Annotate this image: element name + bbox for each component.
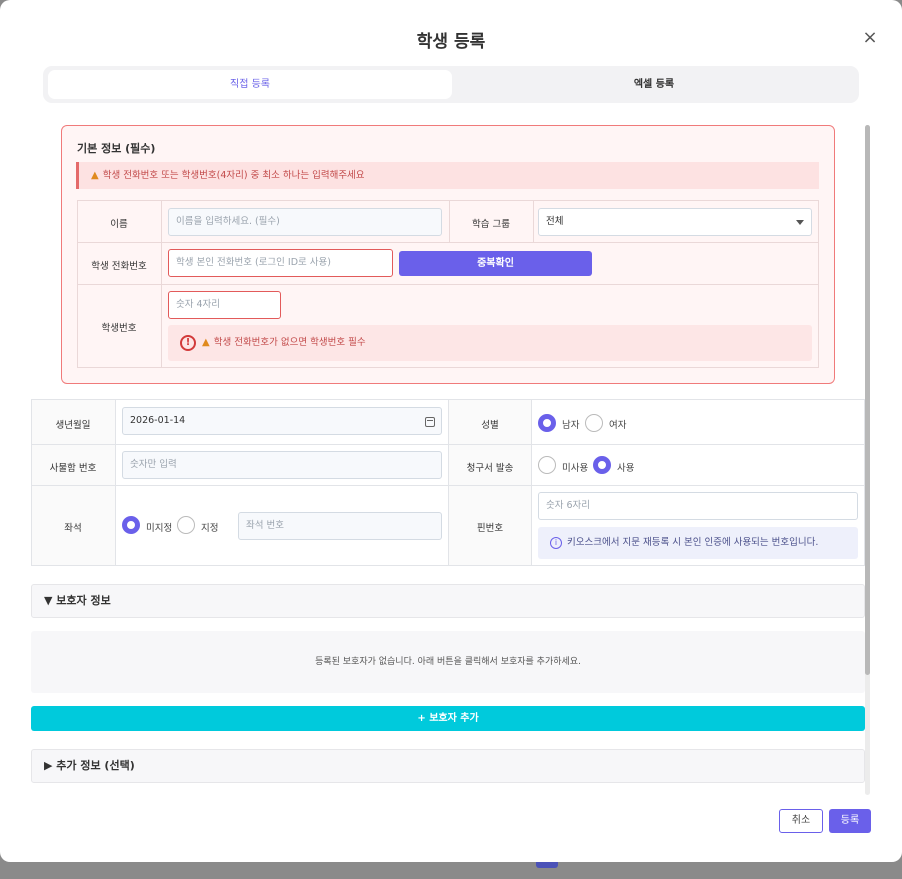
seat-assigned-radio[interactable]: [177, 516, 195, 534]
birth-date-value: 2026-01-14: [130, 415, 186, 426]
grid-divider: [31, 485, 865, 486]
name-label: 이름: [110, 219, 128, 230]
guardian-empty-message: 등록된 보호자가 없습니다. 아래 버튼을 클릭해서 보호자를 추가하세요.: [31, 631, 865, 693]
pin-input[interactable]: 숫자 6자리: [538, 492, 858, 520]
birth-date-input[interactable]: 2026-01-14: [122, 407, 442, 435]
seat-number-input[interactable]: 좌석 번호: [238, 512, 442, 540]
gender-female-radio[interactable]: [585, 414, 603, 432]
seat-unassigned-radio[interactable]: [122, 516, 140, 534]
duplicate-check-button[interactable]: 중복확인: [399, 251, 592, 276]
group-select[interactable]: 전체: [538, 208, 812, 236]
phone-input[interactable]: 학생 본인 전화번호 (로그인 ID로 사용): [168, 249, 393, 277]
close-icon[interactable]: ×: [862, 28, 878, 48]
name-input[interactable]: 이름을 입력하세요. (필수): [168, 208, 442, 236]
student-number-error-text: 학생 전화번호가 없으면 학생번호 필수: [213, 337, 366, 348]
pin-info-text: 키오스크에서 지문 재등록 시 본인 인증에 사용되는 번호입니다.: [567, 537, 819, 548]
calendar-icon[interactable]: [425, 417, 435, 427]
invoice-label: 청구서 발송: [466, 463, 514, 474]
student-number-input[interactable]: 숫자 4자리: [168, 291, 281, 319]
extra-info-section-toggle[interactable]: ▶ 추가 정보 (선택): [31, 749, 865, 783]
gender-label: 성별: [481, 420, 499, 431]
required-warning-text: 학생 전화번호 또는 학생번호(4자리) 중 최소 하나는 입력해주세요: [102, 170, 365, 181]
mailbox-input[interactable]: 숫자만 입력: [122, 451, 442, 479]
student-number-label: 학생번호: [101, 323, 137, 334]
seat-label: 좌석: [64, 523, 82, 534]
grid-divider: [77, 242, 819, 243]
seat-assigned-label: 지정: [201, 523, 219, 534]
guardian-section-toggle[interactable]: ▼ 보호자 정보: [31, 584, 865, 618]
grid-divider: [531, 399, 532, 566]
tab-excel-register[interactable]: 엑셀 등록: [452, 70, 856, 99]
pin-info-note: i 키오스크에서 지문 재등록 시 본인 인증에 사용되는 번호입니다.: [538, 527, 858, 559]
required-warning-banner: ▲ 학생 전화번호 또는 학생번호(4자리) 중 최소 하나는 입력해주세요: [76, 162, 819, 189]
student-register-modal: 학생 등록 × 직접 등록 엑셀 등록 기본 정보 (필수) ▲ 학생 전화번호 …: [0, 0, 902, 862]
group-label: 학습 그룹: [472, 219, 510, 230]
gender-male-radio[interactable]: [538, 414, 556, 432]
error-icon: !: [180, 334, 196, 351]
tab-direct-register[interactable]: 직접 등록: [48, 70, 452, 99]
phone-label: 학생 전화번호: [91, 261, 147, 272]
add-guardian-button[interactable]: + 보호자 추가: [31, 706, 865, 731]
seat-unassigned-label: 미지정: [146, 523, 173, 534]
grid-divider: [77, 284, 819, 285]
chevron-down-icon: [796, 220, 804, 225]
warning-icon: ▲: [202, 337, 210, 348]
student-number-error: ! ▲ 학생 전화번호가 없으면 학생번호 필수: [168, 325, 812, 361]
scrollbar-thumb[interactable]: [865, 125, 870, 675]
mailbox-label: 사물함 번호: [49, 463, 97, 474]
group-select-value: 전체: [546, 216, 564, 227]
invoice-off-label: 미사용: [562, 463, 589, 474]
grid-divider: [31, 444, 865, 445]
gender-female-label: 여자: [609, 420, 627, 431]
gender-male-label: 남자: [562, 420, 580, 431]
birth-label: 생년월일: [55, 420, 91, 431]
warning-icon: ▲: [91, 170, 99, 181]
invoice-on-label: 사용: [617, 463, 635, 474]
basic-info-title: 기본 정보 (필수): [77, 142, 156, 155]
tab-bar: 직접 등록 엑셀 등록: [43, 66, 859, 103]
background-nub: [536, 862, 558, 868]
invoice-off-radio[interactable]: [538, 456, 556, 474]
pin-label: 핀번호: [476, 523, 504, 534]
cancel-button[interactable]: 취소: [779, 809, 823, 833]
grid-divider: [115, 399, 116, 566]
info-icon: i: [550, 536, 562, 549]
grid-divider: [533, 200, 534, 242]
submit-button[interactable]: 등록: [829, 809, 871, 833]
invoice-on-radio[interactable]: [593, 456, 611, 474]
modal-title: 학생 등록: [416, 32, 486, 52]
